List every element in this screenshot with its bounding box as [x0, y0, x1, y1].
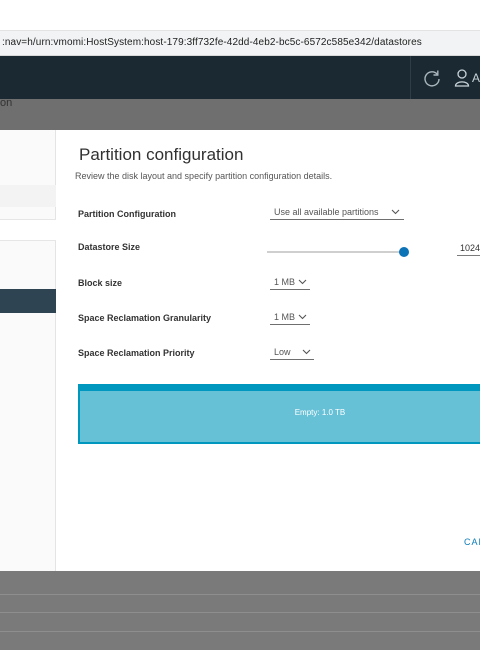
- page-subheader: [0, 99, 480, 130]
- partition-configuration-label: Partition Configuration: [78, 209, 176, 219]
- page-title: Partition configuration: [79, 145, 244, 164]
- url-text[interactable]: :nav=h/urn:vmomi:HostSystem:host-179:3ff…: [2, 37, 422, 48]
- wizard-step-label: on: [0, 97, 13, 109]
- cancel-button[interactable]: CAN: [464, 537, 480, 547]
- chevron-down-icon: [298, 314, 307, 320]
- address-bar[interactable]: :nav=h/urn:vmomi:HostSystem:host-179:3ff…: [0, 31, 480, 56]
- divider: [0, 612, 480, 613]
- disk-layout-bar: Empty: 1.0 TB: [78, 384, 480, 444]
- datastore-size-input[interactable]: 1024: [457, 240, 480, 256]
- partition-label: Empty: 1.0 TB: [294, 408, 346, 417]
- page-subtitle: Review the disk layout and specify parti…: [75, 171, 333, 181]
- datastore-size-slider[interactable]: [267, 251, 404, 253]
- block-size-select[interactable]: 1 MB: [270, 276, 310, 290]
- browser-tab-strip: [0, 0, 480, 31]
- space-reclamation-granularity-label: Space Reclamation Granularity: [78, 313, 212, 323]
- refresh-icon: [424, 70, 440, 87]
- wizard-step-row[interactable]: [0, 185, 56, 207]
- divider: [0, 631, 480, 632]
- slider-handle[interactable]: [399, 247, 409, 257]
- user-initial: A: [472, 71, 480, 85]
- chevron-down-icon: [302, 349, 311, 355]
- space-reclamation-priority-select[interactable]: Low: [270, 346, 314, 360]
- empty-partition-segment: Empty: 1.0 TB: [80, 391, 480, 442]
- user-menu-button[interactable]: A: [454, 66, 480, 90]
- page-backdrop-bottom: [0, 571, 480, 650]
- refresh-button[interactable]: [420, 66, 444, 90]
- wizard-steps-panel: [0, 130, 56, 571]
- app-header: A: [0, 56, 480, 99]
- header-divider: [410, 56, 411, 99]
- wizard-step-active[interactable]: [0, 289, 56, 313]
- wizard-step-row[interactable]: [0, 219, 56, 241]
- user-icon: [454, 69, 470, 87]
- datastore-size-label: Datastore Size: [78, 242, 141, 252]
- divider: [0, 594, 480, 595]
- space-reclamation-priority-label: Space Reclamation Priority: [78, 348, 195, 358]
- chevron-down-icon: [298, 279, 307, 285]
- space-reclamation-granularity-select[interactable]: 1 MB: [270, 311, 310, 325]
- block-size-label: Block size: [78, 278, 123, 288]
- chevron-down-icon: [391, 209, 400, 215]
- partition-configuration-select[interactable]: Use all available partitions: [270, 206, 404, 220]
